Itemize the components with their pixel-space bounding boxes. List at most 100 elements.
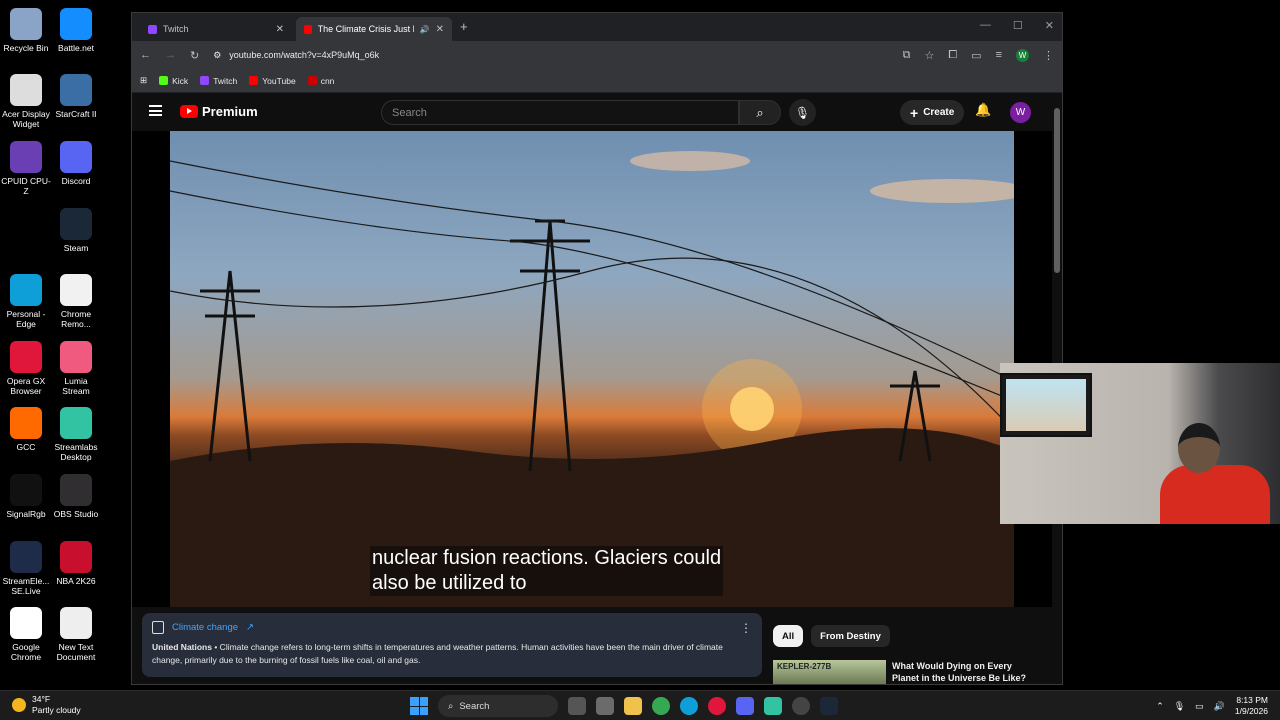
mic-icon: 🎙 [794,105,811,120]
desktop-icon[interactable]: Streamlabs Desktop [50,403,102,462]
windows-start-icon[interactable] [410,697,428,715]
split-view-icon[interactable]: ▭ [971,49,981,62]
tv-in-background [1000,373,1092,437]
chip-from-destiny[interactable]: From Destiny [811,625,890,647]
obs-icon[interactable] [792,697,810,715]
forward-icon[interactable]: → [165,49,176,61]
bookmark-youtube[interactable]: YouTube [249,75,296,86]
desktop-icon[interactable]: New Text Document [50,603,102,662]
bookmark-label: Kick [172,75,189,86]
video-thumbnail[interactable]: KEPLER-277B [773,660,886,684]
app-icon [60,607,92,639]
new-tab-button[interactable]: + [460,19,468,34]
url-text: youtube.com/watch?v=4xP9uMq_o6k [229,50,380,60]
taskbar-search[interactable]: ⌕ Search [438,695,558,717]
close-window-icon[interactable]: ✕ [1045,19,1054,32]
notifications-bell-icon[interactable]: 🔔 [975,102,991,118]
edge-icon[interactable] [680,697,698,715]
widgets-icon[interactable] [596,697,614,715]
discord-icon[interactable] [736,697,754,715]
desktop-icon[interactable]: Steam [50,204,102,253]
media-controls-icon[interactable]: ≡ [996,49,1002,61]
desktop-icon[interactable]: Opera GX Browser [0,337,52,396]
plus-icon: + [910,104,919,121]
desktop-icon[interactable]: StreamEle... SE.Live [0,537,52,596]
search-button[interactable]: ⌕ [739,100,781,125]
site-info-icon[interactable]: ⚙ [213,50,221,61]
weather-widget[interactable]: 34°F Partly cloudy [12,694,81,716]
streamlabs-icon[interactable] [764,697,782,715]
taskbar-apps: ⌕ Search [410,695,838,717]
desktop-icon[interactable]: Google Chrome [0,603,52,662]
desktop-icon[interactable]: Personal - Edge [0,270,52,329]
task-view-icon[interactable] [568,697,586,715]
desktop-icon[interactable]: Chrome Remo... [50,270,102,329]
desktop-icon[interactable]: GCC [0,403,52,452]
more-options-icon[interactable]: ⋮ [740,621,752,635]
youtube-premium-logo[interactable]: Premium [180,104,258,119]
app-icon [60,341,92,373]
desktop-icon-label: Streamlabs Desktop [54,442,98,462]
bookmark-cnn[interactable]: cnn [307,76,334,86]
desktop-icon[interactable]: OBS Studio [50,470,102,519]
video-player[interactable]: nuclear fusion reactions. Glaciers could… [132,131,1052,607]
voice-search-button[interactable]: 🎙 [789,99,816,126]
desktop-icon[interactable]: Acer Display Widget [0,70,52,129]
reload-icon[interactable]: ↻ [190,49,199,62]
taskbar-search-label: Search [459,700,490,712]
chip-all[interactable]: All [773,625,804,647]
back-icon[interactable]: ← [140,49,151,61]
desktop-icon[interactable]: Recycle Bin [0,4,52,53]
steam-icon[interactable] [820,697,838,715]
desktop-icon[interactable]: Discord [50,137,102,186]
menu-icon[interactable]: ⋮ [1043,49,1054,62]
extensions-icon[interactable]: ⧠ [948,49,957,62]
volume-icon[interactable]: 🔊 [1214,701,1225,712]
bookmark-label: YouTube [262,75,296,86]
maximize-icon[interactable]: ☐ [1013,19,1023,32]
chevron-up-icon[interactable]: ⌃ [1156,701,1164,712]
desktop-icon[interactable]: NBA 2K26 [50,537,102,586]
bookmark-twitch[interactable]: Twitch [200,76,237,86]
desktop-icon[interactable]: CPUID CPU-Z [0,137,52,196]
video-frame[interactable]: nuclear fusion reactions. Glaciers could… [170,131,1014,607]
account-avatar[interactable]: W [1010,102,1031,123]
opera-gx-icon[interactable] [708,697,726,715]
desktop-icon[interactable]: Lumia Stream [50,337,102,396]
file-explorer-icon[interactable] [624,697,642,715]
desktop-icon-label: SignalRgb [6,509,46,519]
desktop-icon[interactable]: StarCraft II [50,70,102,119]
minimize-icon[interactable]: — [980,19,991,32]
search-icon: ⌕ [448,700,454,712]
external-link-icon[interactable]: ↗ [246,622,254,633]
youtube-header: Premium Search ⌕ 🎙 + Create 🔔 W [132,94,1052,131]
speaker-icon[interactable]: 🔊 [420,25,430,34]
bookmark-star-icon[interactable]: ☆ [924,49,934,62]
desktop-icon[interactable]: Battle.net [50,4,102,53]
profile-avatar[interactable]: W [1016,48,1029,62]
desktop-icon[interactable]: SignalRgb [0,470,52,519]
browser-toolbar: ← → ↻ ⚙ youtube.com/watch?v=4xP9uMq_o6k … [132,41,1062,69]
network-icon[interactable]: ▭ [1195,701,1204,712]
tab-youtube[interactable]: The Climate Crisis Just Hit a 🔊 ✕ [296,17,452,41]
info-title-link[interactable]: Climate change [172,622,238,633]
logo-text: Premium [202,104,258,119]
hamburger-menu-icon[interactable] [149,105,162,116]
chrome-icon[interactable] [652,697,670,715]
apps-grid-icon[interactable]: ⊞ [140,75,147,86]
install-icon[interactable]: ⧉ [903,49,911,62]
clock[interactable]: 8:13 PM 1/9/2026 [1235,695,1268,717]
recommended-video[interactable]: KEPLER-277B What Would Dying on Every Pl… [773,660,1043,684]
close-tab-icon[interactable]: ✕ [276,24,284,35]
page-scrollbar[interactable] [1054,108,1060,273]
microphone-icon[interactable]: 🎙 [1174,701,1185,712]
close-tab-icon[interactable]: ✕ [436,24,444,35]
bookmark-kick[interactable]: Kick [159,76,188,86]
search-input[interactable]: Search [381,100,739,125]
desktop-icons: Recycle Bin Battle.net Acer Display Widget… [0,0,130,690]
video-title[interactable]: What Would Dying on Every Planet in the … [892,660,1032,684]
bookmarks-bar: ⊞ Kick Twitch YouTube cnn [132,69,1062,93]
tab-twitch[interactable]: Twitch ✕ [140,17,292,41]
create-button[interactable]: + Create [900,100,965,125]
address-bar[interactable]: ⚙ youtube.com/watch?v=4xP9uMq_o6k [213,50,888,61]
